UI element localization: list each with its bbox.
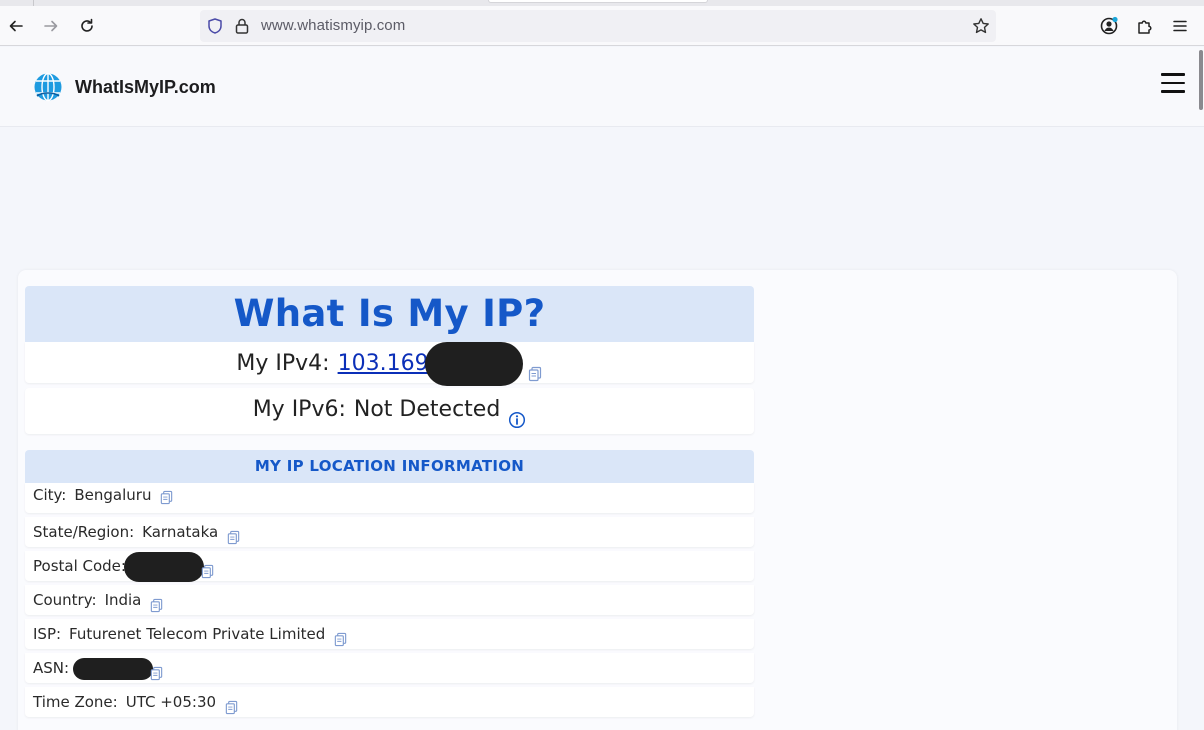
location-row-asn: ASN: — [25, 653, 754, 683]
ipv4-link[interactable]: 103.169 — [338, 351, 429, 376]
location-row-state: State/Region: Karnataka — [25, 517, 754, 547]
asn-label: ASN: — [33, 659, 70, 677]
copy-icon[interactable] — [333, 627, 348, 647]
ipv4-label: My IPv4: — [236, 351, 330, 376]
active-tab-edge[interactable] — [488, 0, 708, 3]
location-row-isp: ISP: Futurenet Telecom Private Limited — [25, 619, 754, 649]
city-value: Bengaluru — [74, 486, 152, 504]
postal-label: Postal Code: — [33, 557, 126, 575]
copy-icon[interactable] — [226, 525, 241, 545]
bookmark-star-icon[interactable] — [972, 17, 990, 39]
site-brand[interactable]: WhatIsMyIP.com — [75, 77, 216, 98]
redaction-mark — [424, 342, 523, 386]
ipv4-row: My IPv4: 103.169 — [25, 342, 754, 386]
hamburger-menu-icon[interactable] — [1161, 73, 1185, 95]
isp-label: ISP: — [33, 625, 62, 643]
timezone-label: Time Zone: — [33, 693, 118, 711]
country-label: Country: — [33, 591, 97, 609]
account-icon[interactable] — [1097, 14, 1121, 38]
forward-arrow-icon[interactable] — [39, 14, 63, 38]
page-title: What Is My IP? — [233, 292, 546, 335]
tracking-shield-icon[interactable] — [206, 17, 224, 39]
copy-icon[interactable] — [200, 559, 215, 579]
ip-summary: What Is My IP? My IPv4: 103.169 My IPv6: N… — [25, 286, 754, 434]
location-row-city: City: Bengaluru — [25, 483, 754, 513]
copy-icon[interactable] — [527, 356, 543, 382]
location-header: MY IP LOCATION INFORMATION — [25, 450, 754, 483]
copy-icon[interactable] — [149, 661, 164, 681]
city-label: City: — [33, 486, 67, 504]
location-info: MY IP LOCATION INFORMATION City: Bengalur… — [25, 450, 754, 721]
browser-toolbar: www.whatismyip.com — [0, 6, 1204, 46]
app-menu-icon[interactable] — [1168, 14, 1192, 38]
info-icon[interactable] — [508, 401, 526, 429]
url-text[interactable]: www.whatismyip.com — [261, 17, 405, 34]
ipv6-label: My IPv6: — [252, 397, 346, 422]
reload-icon[interactable] — [75, 14, 99, 38]
address-bar[interactable]: www.whatismyip.com — [200, 10, 996, 42]
state-value: Karnataka — [142, 523, 219, 541]
copy-icon[interactable] — [224, 695, 239, 715]
globe-logo-icon[interactable] — [33, 72, 63, 102]
scrollbar-thumb[interactable] — [1199, 50, 1203, 110]
state-label: State/Region: — [33, 523, 135, 541]
site-header: WhatIsMyIP.com — [0, 47, 1204, 127]
location-row-country: Country: India — [25, 585, 754, 615]
ip-title-bar: What Is My IP? — [25, 286, 754, 342]
ip-info-card: What Is My IP? My IPv4: 103.169 My IPv6: N… — [18, 270, 1177, 730]
isp-value: Futurenet Telecom Private Limited — [69, 625, 326, 643]
redaction-mark — [123, 551, 204, 582]
redaction-mark — [73, 657, 154, 680]
lock-icon[interactable] — [234, 17, 250, 39]
timezone-value: UTC +05:30 — [125, 693, 217, 711]
extensions-puzzle-icon[interactable] — [1133, 14, 1157, 38]
back-arrow-icon[interactable] — [4, 14, 28, 38]
copy-icon[interactable] — [149, 593, 164, 613]
ipv6-value: Not Detected — [353, 397, 501, 422]
copy-icon[interactable] — [159, 488, 174, 505]
country-value: India — [104, 591, 142, 609]
location-row-timezone: Time Zone: UTC +05:30 — [25, 687, 754, 717]
location-row-postal: Postal Code: — [25, 551, 754, 582]
ipv6-row: My IPv6: Not Detected — [25, 388, 754, 434]
